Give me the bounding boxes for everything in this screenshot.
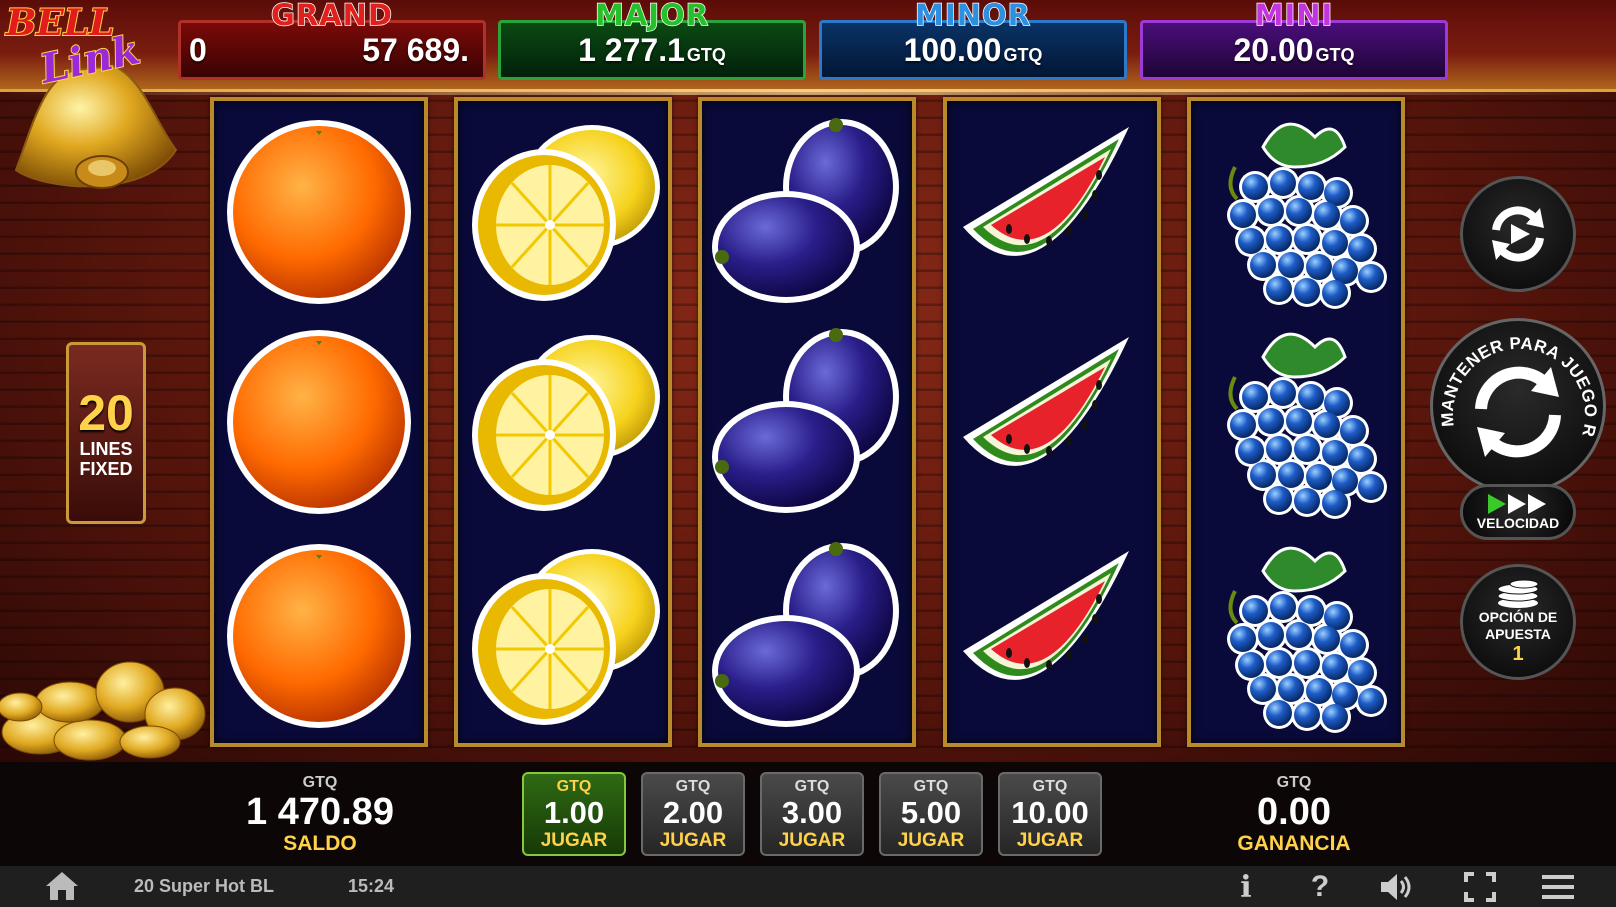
spin-button[interactable]: MANTENER PARA JUEGO RÁPIDO — [1430, 318, 1606, 494]
win-display: GTQ 0.00 GANANCIA — [1194, 774, 1394, 856]
bet-option-value: 1 — [1512, 642, 1524, 665]
menu-icon[interactable] — [1540, 870, 1576, 904]
reel-4 — [943, 97, 1161, 747]
lemon-icon — [462, 531, 664, 741]
jackpot-mini-value: 20.00 — [1233, 31, 1314, 68]
jackpot-mini-title: MINI — [1254, 0, 1334, 32]
lemon-icon — [462, 317, 664, 527]
jackpot-major-title: MAJOR — [594, 0, 710, 32]
lines-label-1: LINES — [79, 439, 133, 459]
help-icon[interactable]: ? — [1302, 870, 1338, 904]
jackpot-major: 1 277.1 GTQ MAJOR — [498, 0, 806, 80]
svg-text:MANTENER PARA JUEGO RÁPIDO: MANTENER PARA JUEGO RÁPIDO — [1433, 321, 1600, 439]
balance-label: SALDO — [283, 832, 357, 855]
win-value: 0.00 — [1257, 791, 1331, 833]
bet-button-4[interactable]: GTQ 5.00 JUGAR — [879, 772, 983, 856]
orange-icon — [218, 107, 420, 317]
win-currency: GTQ — [1276, 774, 1312, 791]
grapes-icon — [1195, 317, 1397, 527]
fast-forward-icon — [1488, 493, 1546, 514]
balance-currency: GTQ — [302, 774, 338, 791]
grapes-icon — [1195, 531, 1397, 741]
jackpot-minor-title: MINOR — [914, 0, 1031, 32]
gold-coins-decoration — [0, 661, 206, 761]
grapes-icon — [1195, 107, 1397, 317]
jackpot-grand: 0 57 689. GRAND — [178, 0, 486, 80]
jackpot-grand-value: 57 689. — [362, 31, 469, 68]
bet-currency: GTQ — [794, 778, 830, 795]
speed-button[interactable]: VELOCIDAD — [1460, 484, 1576, 540]
bet-button-2[interactable]: GTQ 2.00 JUGAR — [641, 772, 745, 856]
coins-stack-icon — [1497, 579, 1539, 608]
info-icon[interactable]: i — [1228, 870, 1264, 905]
bottom-panel: GTQ 1 470.89 SALDO GTQ 1.00 JUGAR GTQ 2.0… — [0, 762, 1616, 866]
jackpot-mini-currency: GTQ — [1315, 44, 1355, 65]
bet-currency: GTQ — [675, 778, 711, 795]
spin-icon: MANTENER PARA JUEGO RÁPIDO — [1433, 321, 1600, 458]
lines-label-2: FIXED — [79, 459, 133, 479]
reel-3 — [698, 97, 916, 747]
bet-button-1[interactable]: GTQ 1.00 JUGAR — [522, 772, 626, 856]
jackpot-major-value: 1 277.1 — [578, 31, 685, 68]
spin-ring-text: MANTENER PARA JUEGO RÁPIDO — [1433, 321, 1600, 439]
footer-bar: 20 Super Hot BL 15:24 i ? — [0, 866, 1616, 907]
jackpot-minor-currency: GTQ — [1003, 44, 1043, 65]
plum-icon — [706, 107, 908, 317]
jackpot-grand-title: GRAND — [270, 0, 393, 32]
jackpot-mini: 20.00 GTQ MINI — [1140, 0, 1448, 80]
bet-label: JUGAR — [778, 830, 846, 851]
watermelon-icon — [951, 107, 1153, 317]
bet-currency: GTQ — [1032, 778, 1068, 795]
bet-label: JUGAR — [659, 830, 727, 851]
lines-fixed-badge: 20 LINES FIXED — [66, 342, 146, 524]
speed-label: VELOCIDAD — [1476, 514, 1560, 531]
bet-label: JUGAR — [540, 830, 608, 851]
autoplay-icon — [1492, 206, 1544, 262]
autoplay-button[interactable] — [1460, 176, 1576, 292]
clock: 15:24 — [348, 876, 395, 896]
home-icon[interactable] — [44, 870, 80, 902]
lines-count: 20 — [78, 385, 134, 441]
bet-value: 2.00 — [662, 795, 724, 830]
bet-label: JUGAR — [897, 830, 965, 851]
bet-currency: GTQ — [913, 778, 949, 795]
orange-icon — [218, 317, 420, 527]
watermelon-icon — [951, 317, 1153, 527]
bet-value: 3.00 — [781, 795, 843, 830]
bet-button-5[interactable]: GTQ 10.00 JUGAR — [998, 772, 1102, 856]
bet-value: 5.00 — [900, 795, 962, 830]
lines-label: LINES FIXED — [79, 439, 132, 479]
lemon-icon — [462, 107, 664, 317]
bet-button-3[interactable]: GTQ 3.00 JUGAR — [760, 772, 864, 856]
plum-icon — [706, 317, 908, 527]
reel-1 — [210, 97, 428, 747]
plum-icon — [706, 531, 908, 741]
bet-currency: GTQ — [556, 778, 592, 795]
bet-option-button[interactable]: OPCIÓN DE APUESTA 1 — [1460, 564, 1576, 680]
jackpot-minor: 100.00 GTQ MINOR — [819, 0, 1127, 80]
orange-icon — [218, 531, 420, 741]
bet-option-label-2: APUESTA — [1485, 625, 1551, 642]
balance-value: 1 470.89 — [246, 791, 394, 833]
sound-icon[interactable] — [1378, 870, 1414, 904]
fullscreen-icon[interactable] — [1462, 870, 1498, 904]
watermelon-icon — [951, 531, 1153, 741]
bet-label: JUGAR — [1016, 830, 1084, 851]
jackpot-major-currency: GTQ — [686, 44, 726, 65]
jackpot-minor-value: 100.00 — [903, 31, 1002, 68]
game-name: 20 Super Hot BL — [134, 876, 275, 896]
bet-option-label: OPCIÓN DE APUESTA — [1479, 609, 1558, 643]
reel-2 — [454, 97, 672, 747]
balance-display: GTQ 1 470.89 SALDO — [220, 774, 420, 856]
bet-option-label-1: OPCIÓN DE — [1478, 608, 1558, 625]
jackpot-grand-fragment: 0 — [189, 31, 207, 68]
reel-5 — [1187, 97, 1405, 747]
bet-value: 10.00 — [1011, 795, 1089, 830]
win-label: GANANCIA — [1237, 832, 1351, 855]
bell-link-logo: BELL Link — [4, 0, 184, 200]
bet-value: 1.00 — [543, 795, 605, 830]
